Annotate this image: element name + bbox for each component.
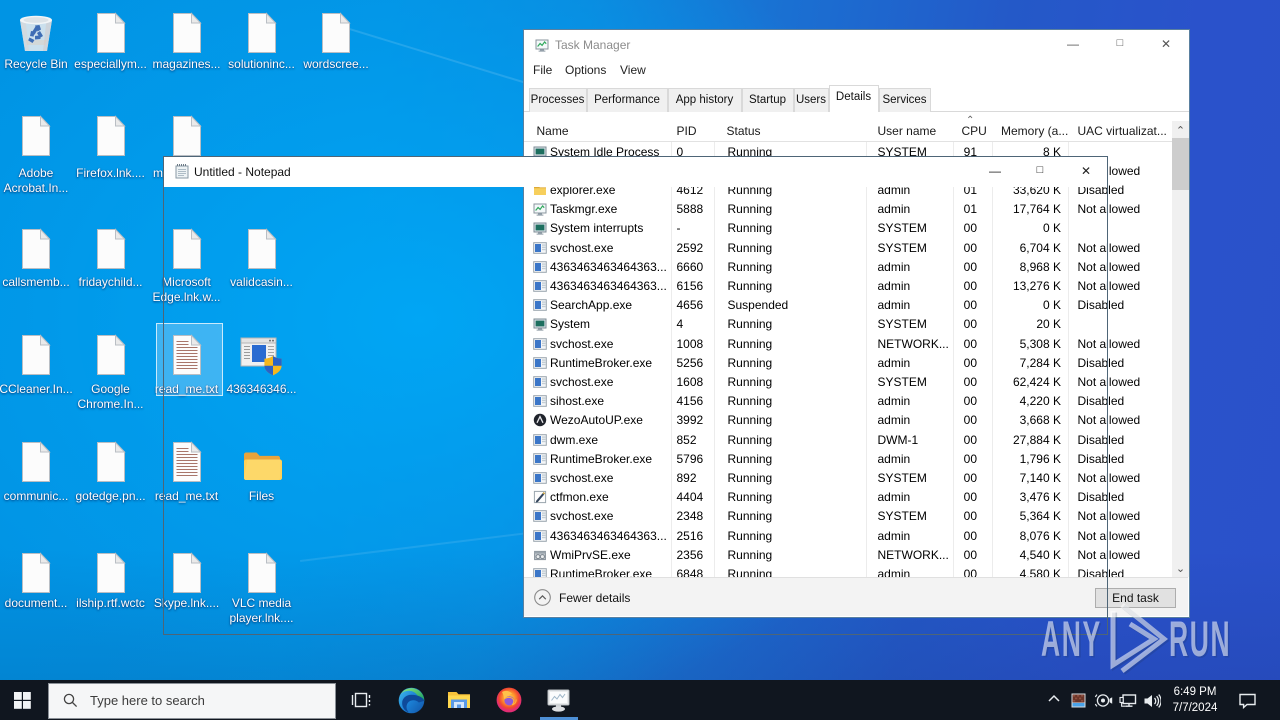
svg-text:ANY: ANY [1041, 612, 1102, 667]
svg-text:RUN: RUN [1169, 612, 1231, 667]
